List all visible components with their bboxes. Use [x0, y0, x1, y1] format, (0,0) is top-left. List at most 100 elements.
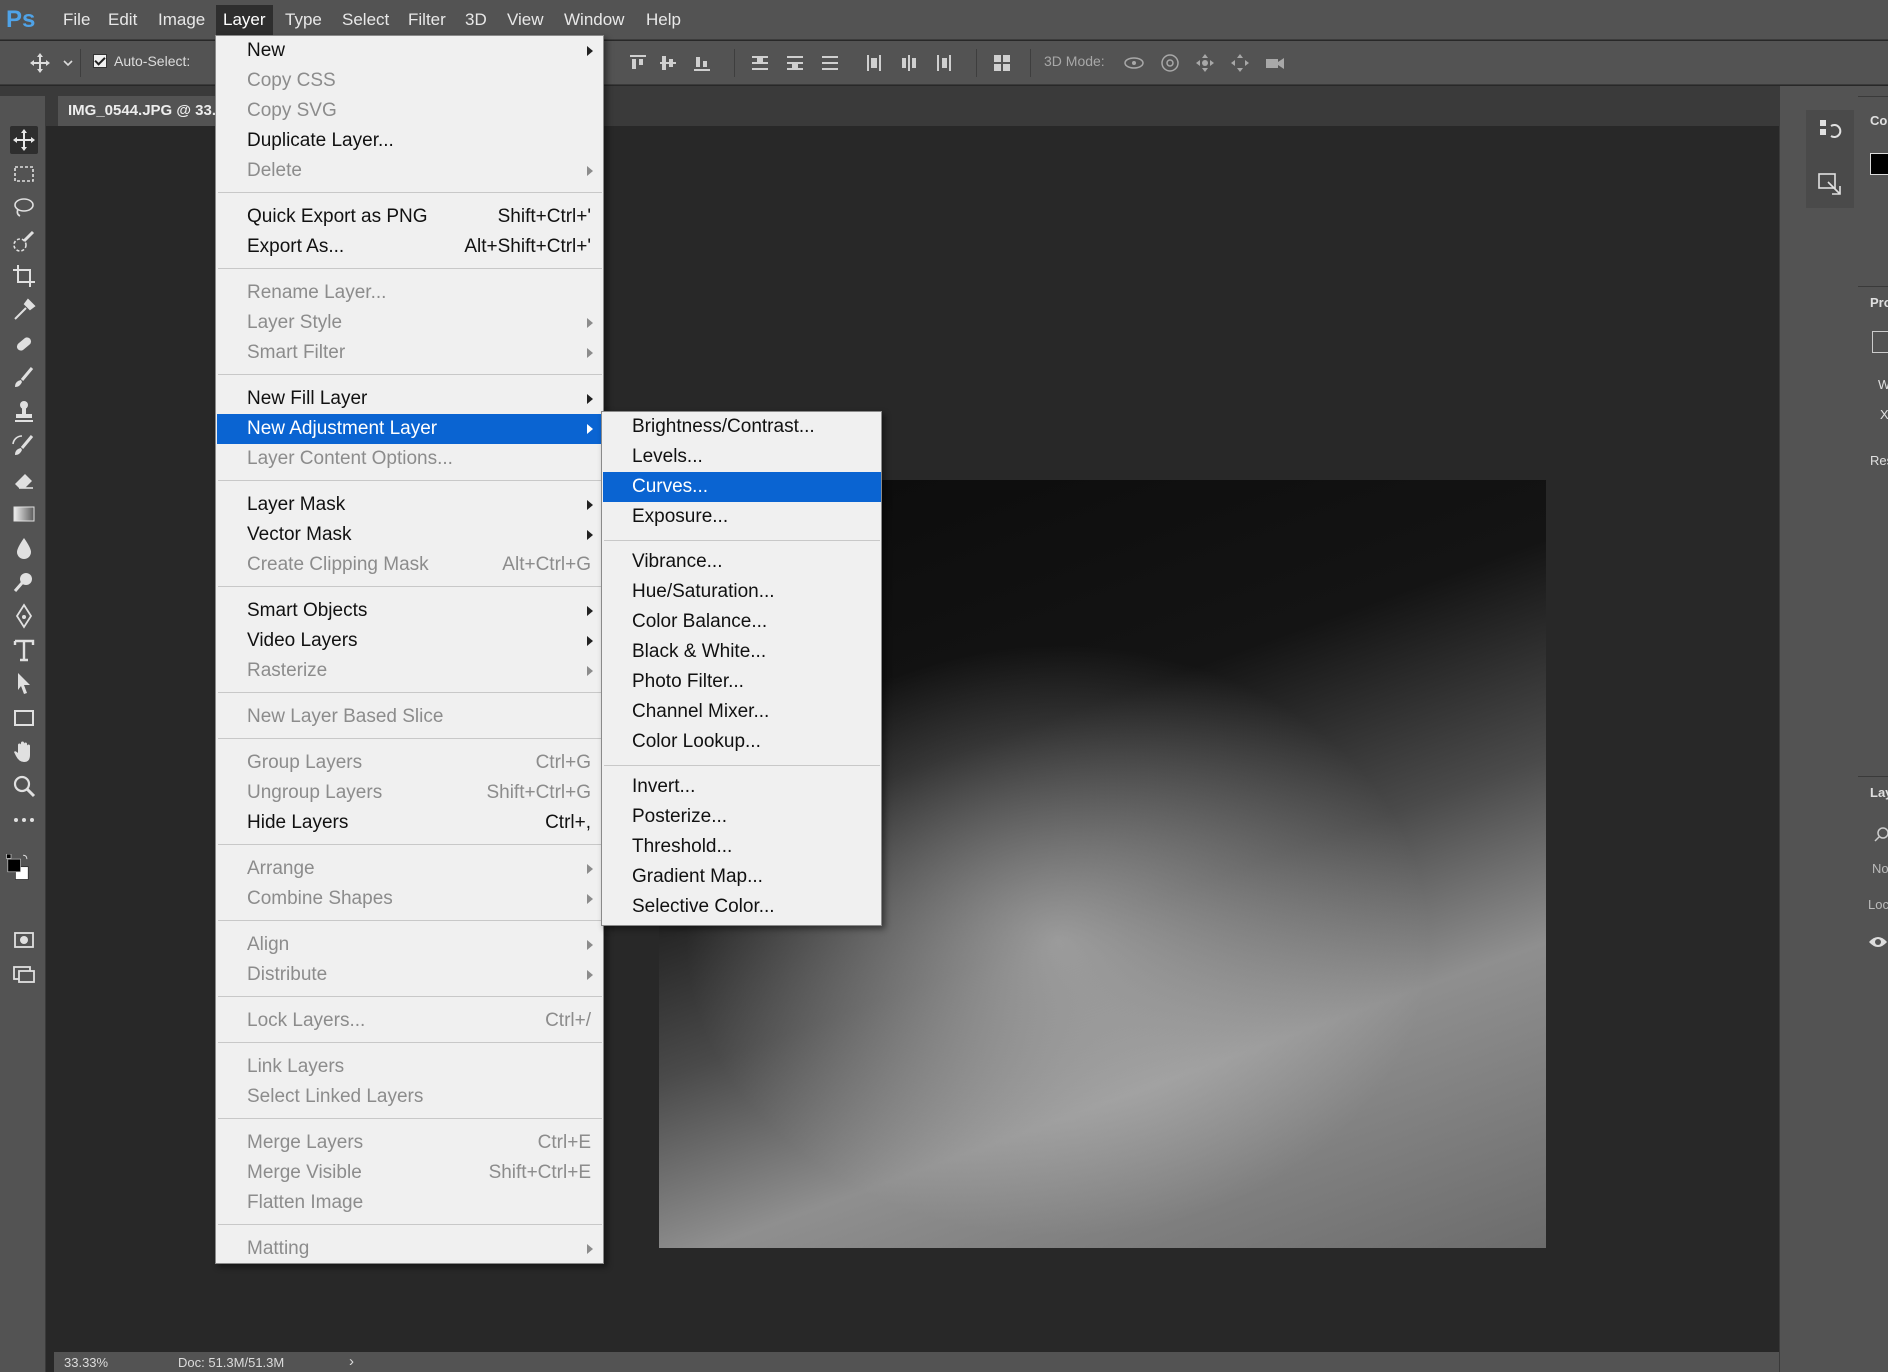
more-tools-icon[interactable] [10, 806, 38, 834]
blur-tool-icon[interactable] [10, 534, 38, 562]
menu-item-video-layers[interactable]: Video Layers [217, 626, 603, 656]
brush-tool-icon[interactable] [10, 364, 38, 392]
menu-3d[interactable]: 3D [458, 5, 494, 35]
submenu-item-black-white[interactable]: Black & White... [603, 637, 881, 667]
pen-tool-icon[interactable] [10, 602, 38, 630]
submenu-item-vibrance[interactable]: Vibrance... [603, 547, 881, 577]
menu-item-combine-shapes: Combine Shapes [217, 884, 603, 914]
properties-panel: Pro W X Res [1858, 286, 1888, 766]
menu-file[interactable]: File [56, 5, 97, 35]
menu-item-rasterize: Rasterize [217, 656, 603, 686]
properties-panel-title[interactable]: Pro [1870, 295, 1888, 310]
quick-selection-tool-icon[interactable] [10, 228, 38, 256]
layers-panel-title[interactable]: Lay [1870, 785, 1888, 800]
orbit-3d-icon[interactable] [1122, 51, 1146, 75]
eraser-tool-icon[interactable] [10, 466, 38, 494]
menu-separator [604, 540, 880, 541]
zoom-level[interactable]: 33.33% [64, 1355, 108, 1370]
crop-tool-icon[interactable] [10, 262, 38, 290]
status-menu-icon[interactable]: › [349, 1353, 354, 1370]
path-selection-tool-icon[interactable] [10, 670, 38, 698]
menu-separator [218, 374, 602, 375]
actions-panel-icon[interactable] [1816, 170, 1844, 198]
search-icon[interactable] [1872, 825, 1888, 845]
auto-align-icon[interactable] [990, 51, 1014, 75]
clone-stamp-tool-icon[interactable] [10, 398, 38, 426]
history-brush-tool-icon[interactable] [10, 432, 38, 460]
marquee-tool-icon[interactable] [10, 160, 38, 188]
menu-item-layer-mask[interactable]: Layer Mask [217, 490, 603, 520]
type-tool-icon[interactable] [10, 636, 38, 664]
foreground-swatch[interactable] [1870, 153, 1888, 175]
align-top-edges-icon[interactable] [626, 51, 650, 75]
menu-filter[interactable]: Filter [401, 5, 453, 35]
submenu-item-photo-filter[interactable]: Photo Filter... [603, 667, 881, 697]
roll-3d-icon[interactable] [1158, 51, 1182, 75]
gradient-tool-icon[interactable] [10, 500, 38, 528]
move-tool-icon[interactable] [10, 126, 38, 154]
submenu-item-color-lookup[interactable]: Color Lookup... [603, 727, 881, 757]
quick-mask-icon[interactable] [10, 926, 38, 954]
submenu-item-curves[interactable]: Curves... [603, 472, 881, 502]
distribute-left-icon[interactable] [862, 51, 886, 75]
menu-view[interactable]: View [500, 5, 551, 35]
menu-item-vector-mask[interactable]: Vector Mask [217, 520, 603, 550]
eye-visibility-icon[interactable] [1868, 935, 1888, 949]
camera-3d-icon[interactable] [1263, 51, 1287, 75]
menu-image[interactable]: Image [151, 5, 212, 35]
menu-item-copy-css: Copy CSS [247, 70, 336, 91]
submenu-item-levels[interactable]: Levels... [603, 442, 881, 472]
distribute-horizontal-icon[interactable] [897, 51, 921, 75]
menu-layer[interactable]: Layer [216, 5, 273, 35]
chevron-down-icon[interactable] [56, 51, 73, 75]
menu-window[interactable]: Window [557, 5, 631, 35]
rectangle-tool-icon[interactable] [10, 704, 38, 732]
menu-type[interactable]: Type [278, 5, 329, 35]
distribute-right-icon[interactable] [932, 51, 956, 75]
menu-item-smart-objects[interactable]: Smart Objects [217, 596, 603, 626]
options-divider [1030, 49, 1031, 77]
slide-3d-icon[interactable] [1228, 51, 1252, 75]
color-panel-title[interactable]: Co [1870, 113, 1887, 128]
zoom-tool-icon[interactable] [10, 772, 38, 800]
screen-mode-icon[interactable] [10, 960, 38, 988]
submenu-item-threshold[interactable]: Threshold... [603, 832, 881, 862]
menu-help[interactable]: Help [639, 5, 688, 35]
submenu-item-channel-mixer[interactable]: Channel Mixer... [603, 697, 881, 727]
menu-item-new-fill-layer[interactable]: New Fill Layer [217, 384, 603, 414]
submenu-item-posterize[interactable]: Posterize... [603, 802, 881, 832]
menu-item-create-clipping-mask: Create Clipping Mask Alt+Ctrl+G [247, 554, 591, 575]
menu-select[interactable]: Select [335, 5, 396, 35]
submenu-item-exposure[interactable]: Exposure... [603, 502, 881, 532]
menu-item-export-as[interactable]: Export As... Alt+Shift+Ctrl+' [217, 232, 603, 262]
submenu-item-invert[interactable]: Invert... [603, 772, 881, 802]
auto-select-checkbox[interactable] [93, 54, 107, 68]
align-bottom-edges-icon[interactable] [690, 51, 714, 75]
submenu-item-selective-color[interactable]: Selective Color... [603, 892, 881, 922]
submenu-item-hue-saturation[interactable]: Hue/Saturation... [603, 577, 881, 607]
distribute-centers-icon[interactable] [783, 51, 807, 75]
distribute-bottom-icon[interactable] [818, 51, 842, 75]
dodge-tool-icon[interactable] [10, 568, 38, 596]
align-vertical-centers-icon[interactable] [656, 51, 680, 75]
submenu-item-brightness-contrast[interactable]: Brightness/Contrast... [603, 412, 881, 442]
hand-tool-icon[interactable] [10, 738, 38, 766]
color-swatches-icon[interactable] [4, 853, 44, 898]
menu-edit[interactable]: Edit [101, 5, 144, 35]
menu-item-new[interactable]: New [217, 36, 603, 66]
history-panel-icon[interactable] [1816, 116, 1844, 144]
menu-item-new-adjustment-layer[interactable]: New Adjustment Layer [217, 414, 603, 444]
menu-item-select-linked-layers: Select Linked Layers [247, 1086, 424, 1107]
eyedropper-tool-icon[interactable] [10, 296, 38, 324]
submenu-item-color-balance[interactable]: Color Balance... [603, 607, 881, 637]
menu-item-duplicate-layer[interactable]: Duplicate Layer... [217, 126, 603, 156]
submenu-item-gradient-map[interactable]: Gradient Map... [603, 862, 881, 892]
healing-brush-tool-icon[interactable] [10, 330, 38, 358]
lasso-tool-icon[interactable] [10, 194, 38, 222]
distribute-top-icon[interactable] [748, 51, 772, 75]
move-tool-icon[interactable] [28, 51, 52, 75]
menu-item-quick-export-png[interactable]: Quick Export as PNG Shift+Ctrl+' [217, 202, 603, 232]
blend-mode-label[interactable]: No [1872, 861, 1888, 876]
pan-3d-icon[interactable] [1193, 51, 1217, 75]
menu-item-hide-layers[interactable]: Hide Layers Ctrl+, [217, 808, 603, 838]
